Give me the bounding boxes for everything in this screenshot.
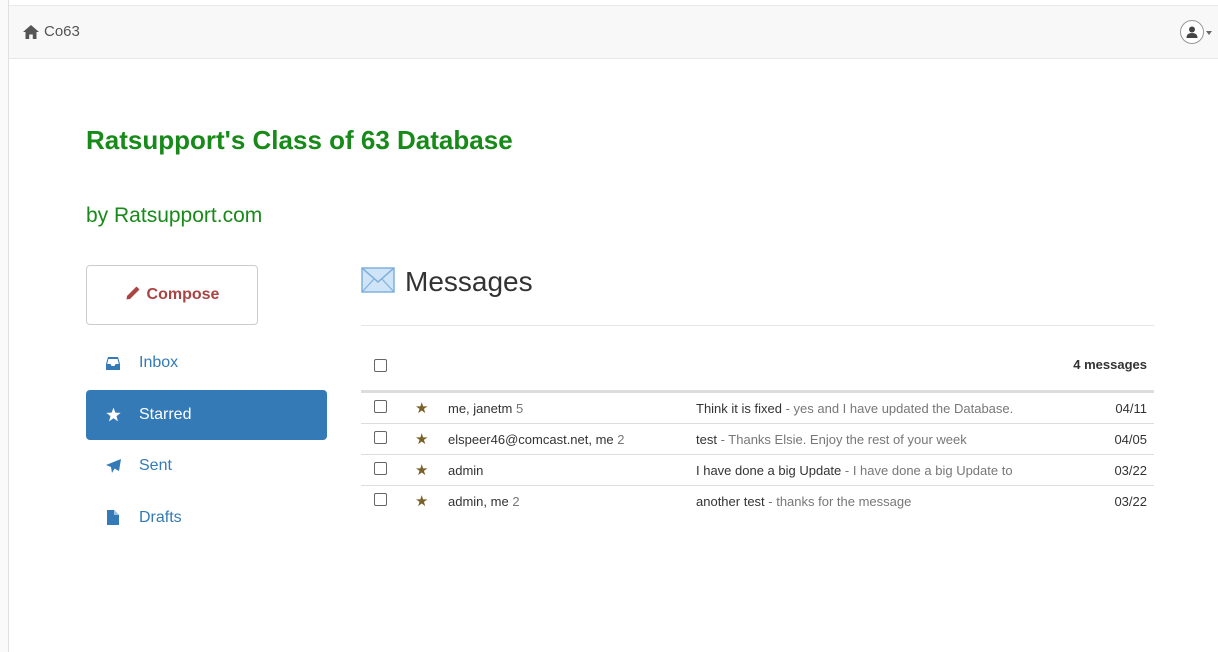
sidebar-item-label: Sent (139, 457, 172, 474)
table-row[interactable]: ★ elspeer46@comcast.net, me 2 test - Tha… (361, 423, 1154, 454)
message-from: admin (448, 463, 484, 478)
chevron-down-icon (1206, 31, 1212, 35)
table-row[interactable]: ★ admin I have done a big Update - I hav… (361, 454, 1154, 485)
message-from: me, janetm 5 (448, 401, 524, 416)
messages-title: Messages (405, 266, 533, 297)
top-navbar: Co63 (9, 5, 1218, 59)
envelope-icon (361, 266, 395, 298)
messages-table: 4 messages ★ me, janetm 5 Think it is fi… (361, 346, 1154, 516)
message-subject[interactable]: Think it is fixed - yes and I have updat… (696, 401, 1013, 416)
page-subtitle: by Ratsupport.com (86, 204, 263, 227)
home-icon (23, 24, 39, 39)
message-date: 04/05 (1114, 432, 1147, 447)
sidebar-item-starred[interactable]: Starred (86, 389, 327, 440)
inbox-icon (105, 355, 121, 371)
sidebar-item-label: Inbox (139, 354, 179, 371)
compose-button[interactable]: Compose (86, 265, 258, 325)
user-menu[interactable] (1180, 20, 1212, 44)
file-icon (105, 510, 121, 526)
message-date: 03/22 (1114, 494, 1147, 509)
message-from: admin, me 2 (448, 494, 520, 509)
message-date: 03/22 (1114, 463, 1147, 478)
table-row[interactable]: ★ me, janetm 5 Think it is fixed - yes a… (361, 392, 1154, 423)
page-title: Ratsupport's Class of 63 Database (86, 125, 513, 155)
row-checkbox[interactable] (374, 493, 387, 506)
message-subject[interactable]: test - Thanks Elsie. Enjoy the rest of y… (696, 432, 967, 447)
select-all-checkbox[interactable] (374, 359, 387, 372)
message-count: 4 messages (1073, 357, 1147, 372)
window-edge (0, 0, 9, 652)
sidebar-item-drafts[interactable]: Drafts (86, 493, 327, 543)
star-icon[interactable]: ★ (415, 492, 428, 510)
sidebar-item-inbox[interactable]: Inbox (86, 338, 327, 388)
message-from: elspeer46@comcast.net, me 2 (448, 432, 625, 447)
brand-label: Co63 (44, 23, 80, 40)
divider (361, 325, 1154, 326)
star-icon[interactable]: ★ (415, 430, 428, 448)
sidebar-nav: Inbox Starred Sent Drafts (86, 338, 327, 544)
row-checkbox[interactable] (374, 431, 387, 444)
messages-header: Messages (361, 266, 533, 298)
message-subject[interactable]: another test - thanks for the message (696, 494, 911, 509)
sidebar-item-label: Drafts (139, 508, 182, 526)
sidebar-item-sent[interactable]: Sent (86, 441, 327, 491)
compose-label: Compose (146, 286, 220, 303)
send-icon (105, 458, 121, 474)
star-icon (105, 407, 121, 423)
pencil-icon (125, 285, 141, 306)
message-subject[interactable]: I have done a big Update - I have done a… (696, 463, 1013, 478)
row-checkbox[interactable] (374, 462, 387, 475)
sidebar-item-label: Starred (139, 405, 192, 423)
brand-link[interactable]: Co63 (23, 23, 80, 40)
user-icon (1180, 20, 1204, 44)
message-date: 04/11 (1115, 401, 1147, 416)
row-checkbox[interactable] (374, 400, 387, 413)
table-row[interactable]: ★ admin, me 2 another test - thanks for … (361, 485, 1154, 516)
star-icon[interactable]: ★ (415, 461, 428, 479)
star-icon[interactable]: ★ (415, 399, 428, 417)
table-header: 4 messages (361, 346, 1154, 392)
